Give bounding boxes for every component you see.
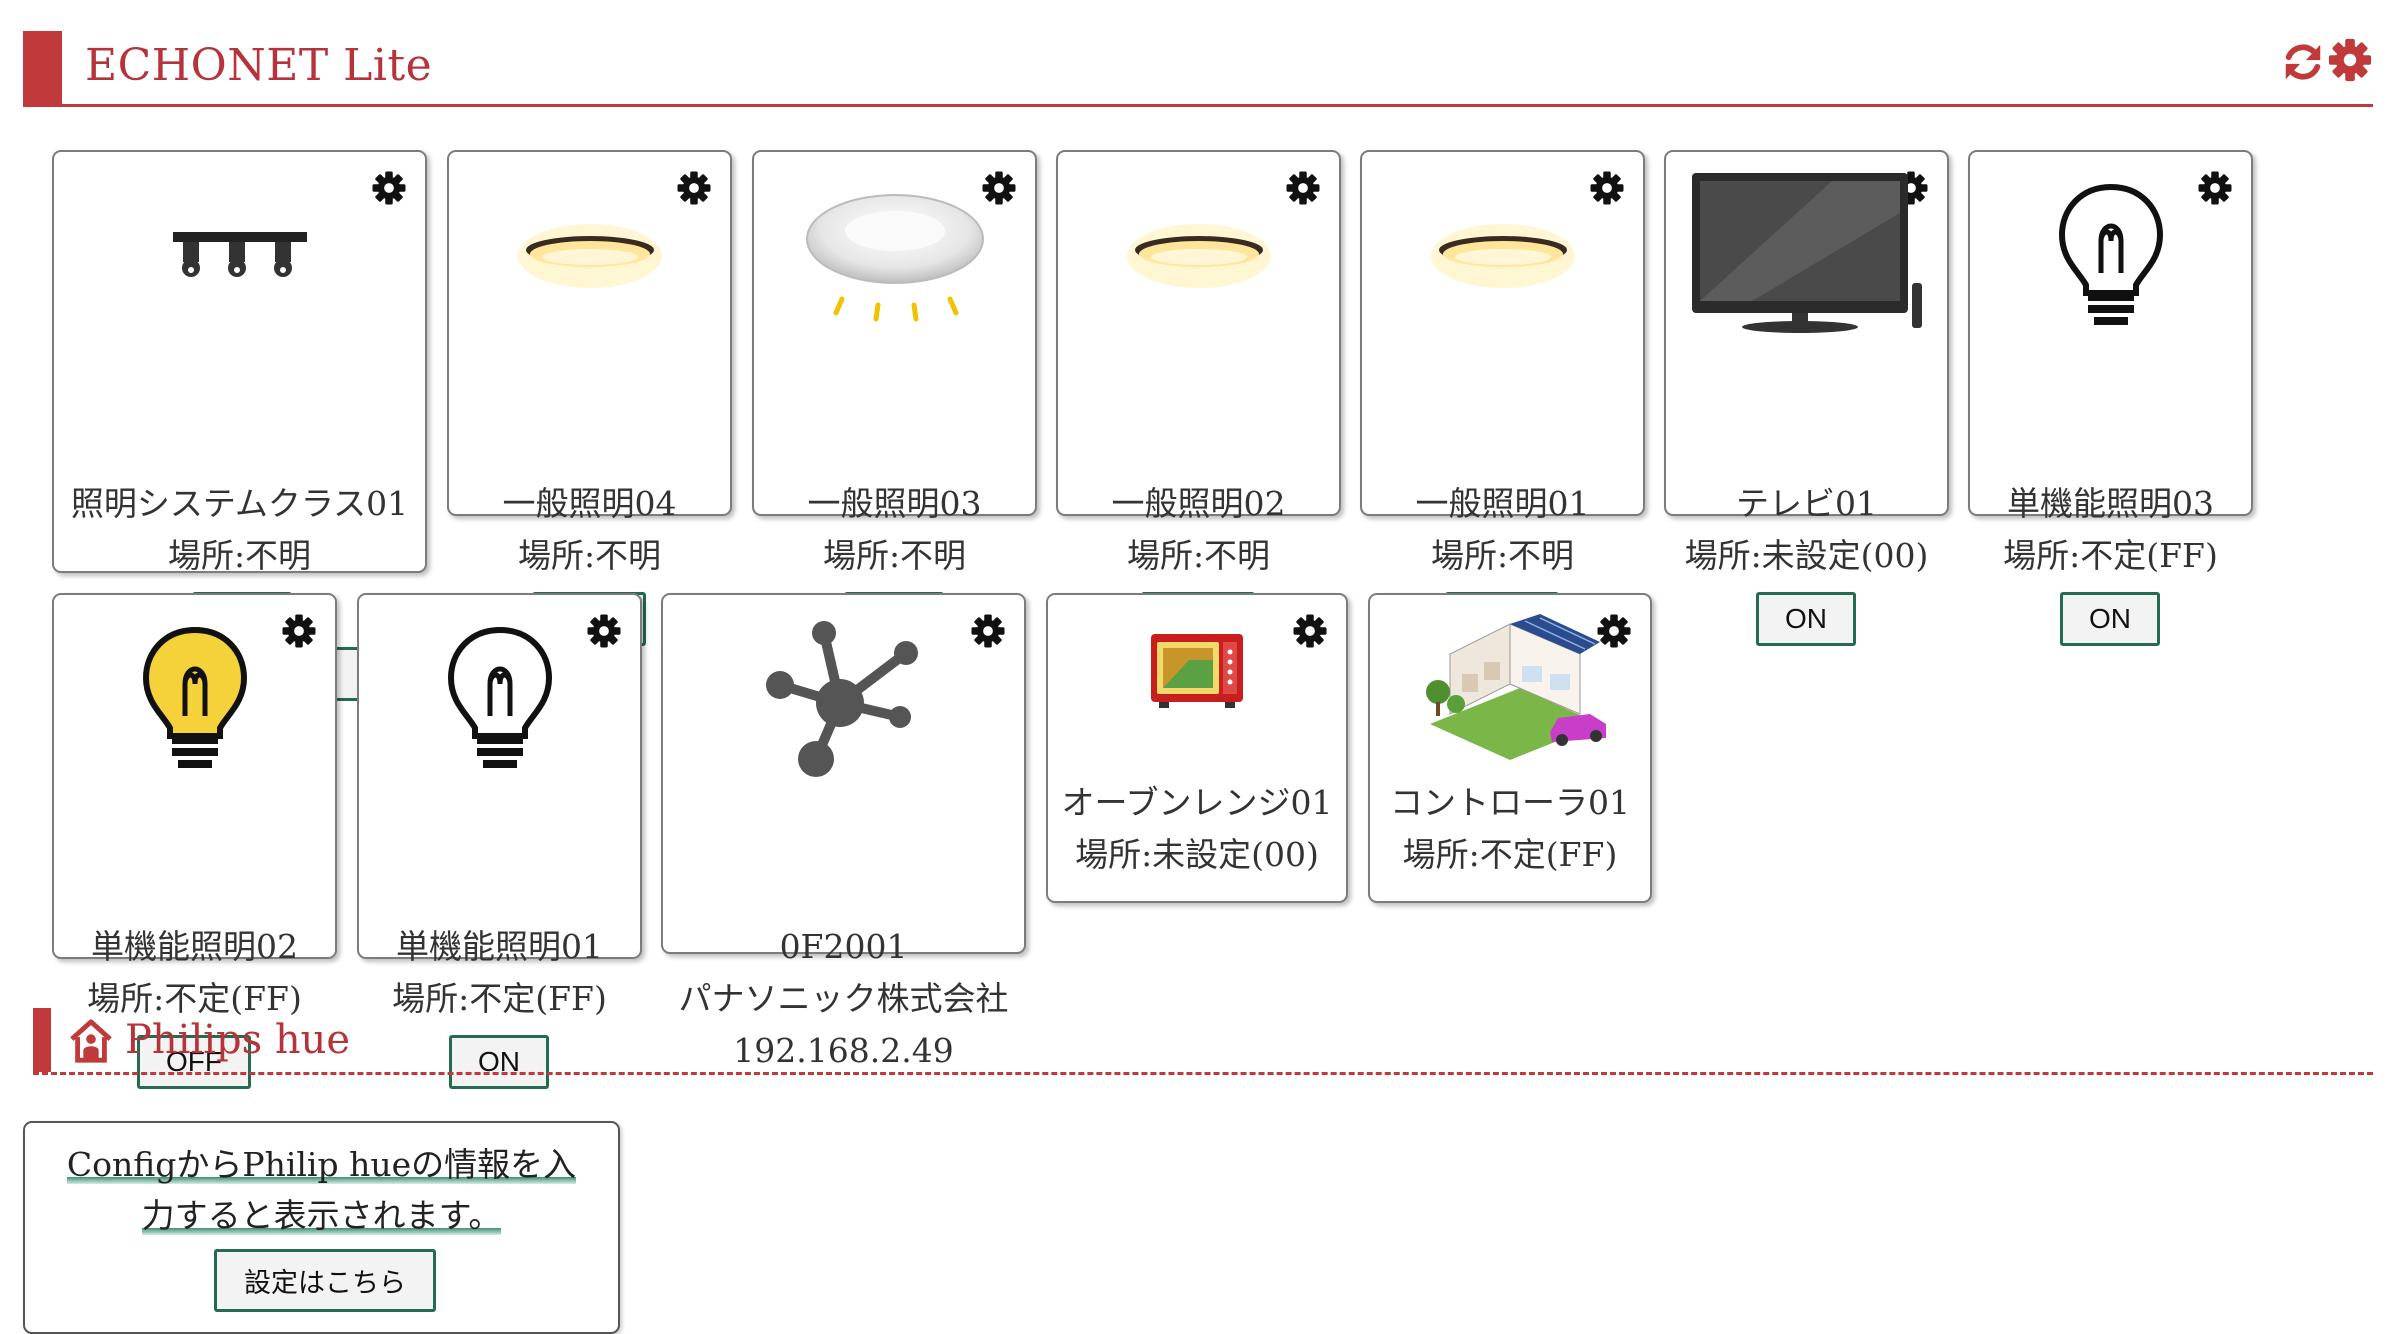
- device-image: [1058, 166, 1339, 346]
- page-title: ECHONET Lite: [85, 40, 433, 91]
- device-card: オーブンレンジ01 場所:未設定(00): [1046, 593, 1348, 903]
- device-location: 場所:不明: [822, 536, 967, 575]
- device-name: 一般照明01: [1415, 484, 1590, 523]
- device-image: [754, 166, 1035, 346]
- settings-link-button[interactable]: 設定はこちら: [214, 1249, 436, 1312]
- device-image: [1666, 168, 1947, 348]
- device-card: 一般照明03 場所:不明 ON: [752, 150, 1037, 646]
- ceiling-light-warm-icon: [1126, 224, 1271, 288]
- device-image: [54, 609, 335, 789]
- light-bulb-outline-icon: [447, 626, 552, 768]
- ceiling-light-warm-icon: [517, 224, 662, 288]
- tv-icon: [1692, 173, 1922, 333]
- device-card: 単機能照明03 場所:不定(FF) ON: [1968, 150, 2253, 646]
- ceiling-light-warm-icon: [1430, 224, 1575, 288]
- track-light-icon: [172, 232, 307, 277]
- device-card: 0F2001 パナソニック株式会社 192.168.2.49: [661, 593, 1026, 1070]
- refresh-icon[interactable]: [2280, 39, 2326, 85]
- device-location: 場所:不定(FF): [1402, 835, 1618, 874]
- device-image: [449, 166, 730, 346]
- device-name: 一般照明02: [1111, 484, 1286, 523]
- device-name: テレビ01: [1736, 484, 1877, 523]
- device-image: [54, 166, 425, 346]
- gear-icon[interactable]: [2327, 37, 2373, 83]
- device-location: 場所:不定(FF): [2003, 536, 2218, 575]
- hue-config-message-text: ConfigからPhilip hueの情報を入力すると表示されます。: [66, 1145, 577, 1235]
- device-location: 場所:不明: [517, 536, 662, 575]
- device-image: [1970, 166, 2251, 346]
- device-name: 0F2001: [779, 927, 908, 966]
- device-card: コントローラ01 場所:不定(FF): [1368, 593, 1652, 903]
- power-toggle-button[interactable]: ON: [1756, 592, 1856, 646]
- device-card: 照明システムクラス01 場所:不明 ON 1 2 3 4: [52, 150, 427, 701]
- header-accent-bar: [23, 31, 62, 104]
- device-image: [1370, 609, 1650, 769]
- device-image: [1362, 166, 1643, 346]
- device-name: オーブンレンジ01: [1061, 783, 1333, 822]
- microwave-icon: [1151, 634, 1243, 708]
- philips-hue-card: ConfigからPhilip hueの情報を入力すると表示されます。 設定はこち…: [23, 1121, 620, 1334]
- device-image: [663, 609, 1024, 789]
- home-user-icon: [70, 1019, 112, 1063]
- device-location: 場所:未設定(00): [1075, 835, 1319, 874]
- light-bulb-yellow-icon: [142, 626, 247, 768]
- device-name: 単機能照明02: [91, 927, 298, 966]
- power-toggle-button[interactable]: ON: [2060, 592, 2160, 646]
- light-bulb-outline-icon: [2058, 183, 2163, 325]
- device-name: 照明システムクラス01: [70, 484, 409, 523]
- device-card: 一般照明02 場所:不明 OFF: [1056, 150, 1341, 646]
- device-name: コントローラ01: [1390, 783, 1630, 822]
- device-name: 一般照明03: [807, 484, 982, 523]
- device-name: 一般照明04: [502, 484, 677, 523]
- section-title: Philips hue: [125, 1017, 351, 1063]
- device-name: 単機能照明03: [2007, 484, 2214, 523]
- device-card: テレビ01 場所:未設定(00) ON: [1664, 150, 1949, 646]
- header-accent-bar: [33, 1008, 51, 1072]
- philips-hue-section-header: Philips hue: [33, 1008, 2373, 1075]
- device-image: [359, 609, 640, 789]
- device-card: 単機能照明02 場所:不定(FF) OFF: [52, 593, 337, 1089]
- device-location: 場所:不明: [1430, 536, 1575, 575]
- device-card: 一般照明04 場所:不明 OFF: [447, 150, 732, 646]
- echonet-section-header: ECHONET Lite: [23, 31, 2373, 107]
- device-location: 場所:不明: [1126, 536, 1271, 575]
- hue-config-message: ConfigからPhilip hueの情報を入力すると表示されます。: [53, 1139, 590, 1241]
- device-location: 場所:不明: [167, 536, 312, 575]
- device-location: 場所:未設定(00): [1684, 536, 1929, 575]
- device-image: [1048, 615, 1346, 725]
- ceiling-light-lit-icon: [805, 194, 984, 322]
- smart-house-icon: [1426, 614, 1606, 760]
- network-hub-icon: [765, 621, 918, 777]
- device-name: 単機能照明01: [396, 927, 603, 966]
- device-card: 一般照明01 場所:不明 OFF: [1360, 150, 1645, 646]
- device-card: 単機能照明01 場所:不定(FF) ON: [357, 593, 642, 1089]
